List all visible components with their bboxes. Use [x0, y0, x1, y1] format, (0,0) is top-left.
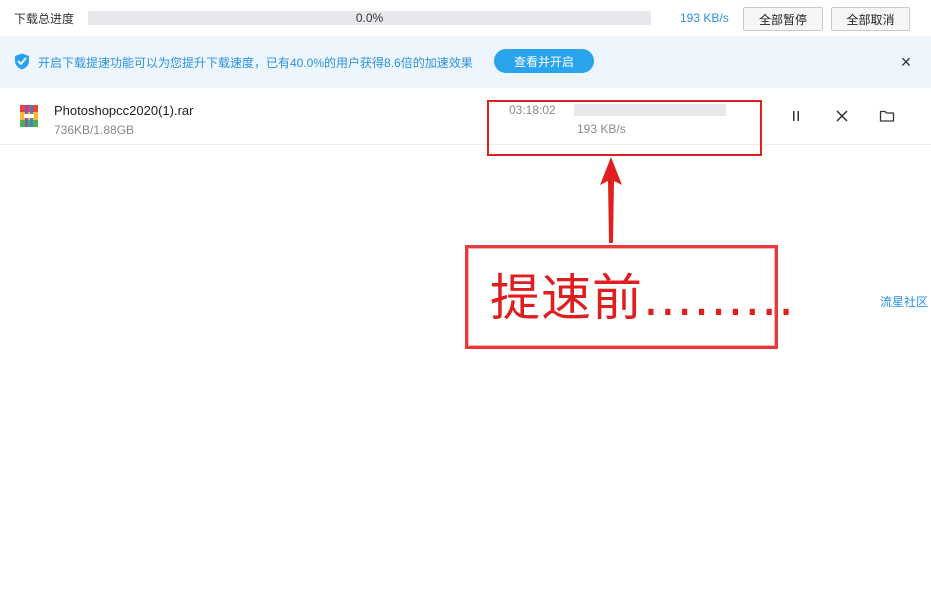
view-and-enable-button[interactable]: 查看并开启 — [494, 49, 594, 73]
side-community-link[interactable]: 流星社区 — [880, 293, 928, 310]
overall-progress-percent: 0.0% — [355, 11, 384, 25]
speedup-banner: 开启下载提速功能可以为您提升下载速度，已有40.0%的用户获得8.6倍的加速效果… — [0, 36, 931, 88]
annotation-callout: 提速前......... — [465, 245, 794, 349]
file-name: Photoshopcc2020(1).rar — [54, 103, 194, 118]
pause-all-button[interactable]: 全部暂停 — [743, 7, 823, 31]
cancel-all-button[interactable]: 全部取消 — [831, 7, 910, 31]
annotation-highlight-box — [487, 100, 762, 156]
folder-icon[interactable] — [879, 108, 895, 124]
file-size: 736KB/1.88GB — [54, 123, 135, 137]
banner-message: 开启下载提速功能可以为您提升下载速度，已有40.0%的用户获得8.6倍的加速效果 — [38, 56, 473, 70]
winrar-archive-icon — [20, 105, 38, 127]
annotation-callout-text: 提速前......... — [490, 269, 796, 327]
download-row[interactable]: Photoshopcc2020(1).rar 736KB/1.88GB 03:1… — [0, 88, 931, 145]
shield-check-icon — [15, 53, 29, 70]
banner-close-icon[interactable]: × — [897, 53, 915, 71]
overall-progress-bar: 下载总进度 0.0% 193 KB/s 全部暂停 全部取消 — [0, 0, 931, 36]
overall-speed: 193 KB/s — [680, 11, 729, 25]
overall-progress-track: 0.0% — [88, 11, 651, 25]
close-icon[interactable] — [834, 108, 850, 124]
overall-progress-label: 下载总进度 — [14, 12, 75, 26]
pause-icon[interactable] — [788, 108, 804, 124]
annotation-arrow-up-icon — [600, 157, 622, 243]
